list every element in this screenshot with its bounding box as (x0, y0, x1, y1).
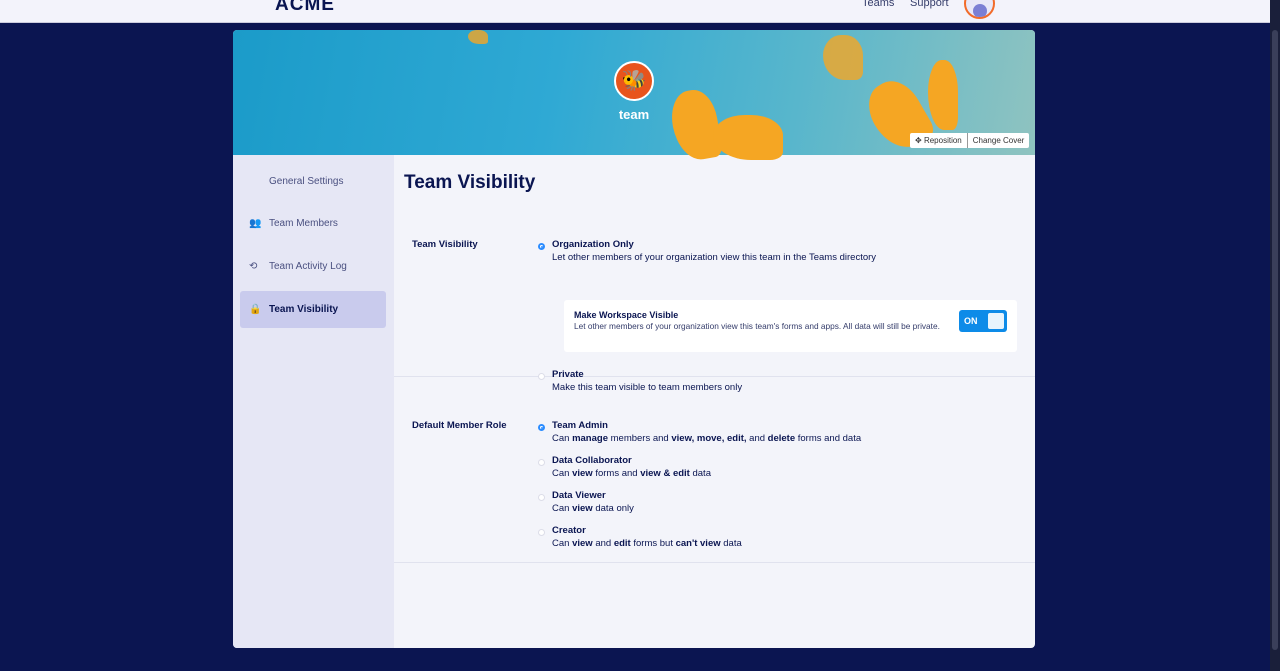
cover-image: 🐝 team ✥ Reposition Change Cover (233, 30, 1035, 164)
role-option-creator[interactable]: Creator Can view and edit forms but can't… (538, 525, 742, 551)
description-segment: view, move, edit, (671, 432, 747, 444)
role-option-data-collaborator[interactable]: Data Collaborator Can view forms and view… (538, 455, 711, 481)
radio-button[interactable] (538, 494, 545, 501)
option-private[interactable]: Private Make this team visible to team m… (538, 369, 742, 394)
role-description: Can view data only (552, 503, 634, 516)
settings-sidebar: General Settings 👥 Team Members ⟲ Team Act… (233, 155, 394, 648)
workspace-visible-toggle[interactable]: ON (959, 310, 1007, 332)
lock-icon: 🔒 (249, 304, 262, 315)
description-segment: and (592, 537, 614, 549)
description-segment: view & edit (640, 467, 690, 479)
description-segment: delete (767, 432, 796, 444)
description-segment: can't view (675, 537, 721, 549)
sidebar-item-general-settings[interactable]: General Settings (240, 163, 386, 200)
radio-button[interactable] (538, 529, 545, 536)
sidebar-item-team-members[interactable]: 👥 Team Members (240, 205, 386, 242)
users-icon: 👥 (249, 218, 262, 229)
description-segment: forms and data (795, 432, 862, 444)
radio-button[interactable] (538, 424, 545, 431)
description-segment: members and (607, 432, 672, 444)
move-icon: ✥ (915, 136, 924, 145)
user-avatar[interactable] (964, 0, 995, 19)
description-segment: data only (592, 502, 634, 514)
description-segment: view (572, 502, 593, 514)
change-cover-button[interactable]: Change Cover (966, 133, 1030, 148)
description-segment: forms and (592, 467, 641, 479)
radio-private[interactable] (538, 373, 545, 380)
default-role-section: Default Member Role Team Admin Can manage… (394, 407, 1035, 563)
role-description: Can view forms and view & edit data (552, 468, 711, 481)
scrollbar[interactable] (1270, 0, 1280, 671)
section-label: Default Member Role (412, 420, 507, 431)
description-segment: data (689, 467, 711, 479)
sidebar-item-team-visibility[interactable]: 🔒 Team Visibility (240, 291, 386, 328)
main-content: Team Visibility Team Visibility Organiza… (394, 155, 1035, 648)
role-description: Can view and edit forms but can't view d… (552, 538, 742, 551)
description-segment: Can (552, 502, 573, 514)
description-segment: edit (613, 537, 631, 549)
team-name: team (618, 107, 650, 122)
team-settings-card: 🐝 team ✥ Reposition Change Cover General… (233, 30, 1035, 648)
nav-support[interactable]: Support (910, 0, 949, 9)
page-title: Team Visibility (404, 172, 536, 193)
role-description: Can manage members and view, move, edit,… (552, 433, 861, 446)
description-segment: and (746, 432, 768, 444)
description-segment: Can (552, 467, 573, 479)
description-segment: view (572, 537, 593, 549)
bee-icon[interactable]: 🐝 (614, 61, 654, 101)
sidebar-item-team-activity-log[interactable]: ⟲ Team Activity Log (240, 248, 386, 285)
description-segment: Can (552, 432, 573, 444)
section-label: Team Visibility (412, 239, 478, 250)
description-segment: data (720, 537, 742, 549)
description-segment: manage (572, 432, 608, 444)
radio-button[interactable] (538, 459, 545, 466)
workspace-visible-box: Make Workspace Visible Let other members… (564, 300, 1017, 352)
description-segment: Can (552, 537, 573, 549)
role-option-team-admin[interactable]: Team Admin Can manage members and view, m… (538, 420, 861, 446)
top-navbar: ACME Teams Support (0, 0, 1270, 23)
description-segment: forms but (630, 537, 676, 549)
radio-organization-only[interactable] (538, 243, 545, 250)
option-organization-only[interactable]: Organization Only Let other members of y… (538, 239, 876, 264)
nav-teams[interactable]: Teams (862, 0, 894, 9)
reposition-button[interactable]: ✥ Reposition (910, 133, 967, 148)
description-segment: view (572, 467, 593, 479)
history-icon: ⟲ (249, 261, 258, 272)
acme-logo[interactable]: ACME (275, 0, 335, 16)
visibility-section: Team Visibility Organization Only Let ot… (394, 225, 1035, 393)
role-option-data-viewer[interactable]: Data Viewer Can view data only (538, 490, 634, 516)
